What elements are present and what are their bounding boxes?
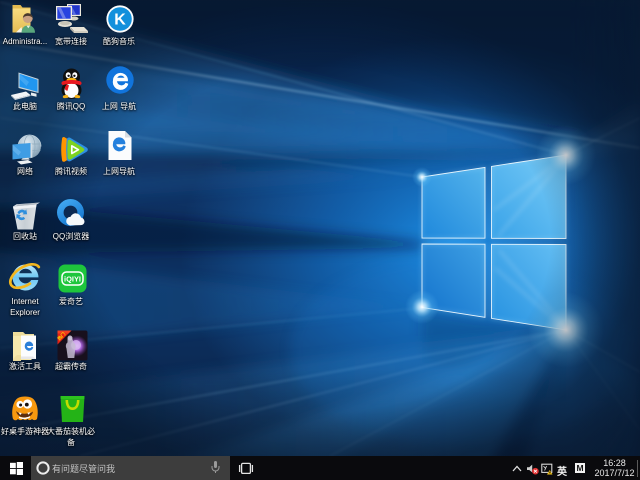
svg-text:K: K	[114, 12, 126, 29]
svg-text:iQIYI: iQIYI	[64, 275, 81, 284]
